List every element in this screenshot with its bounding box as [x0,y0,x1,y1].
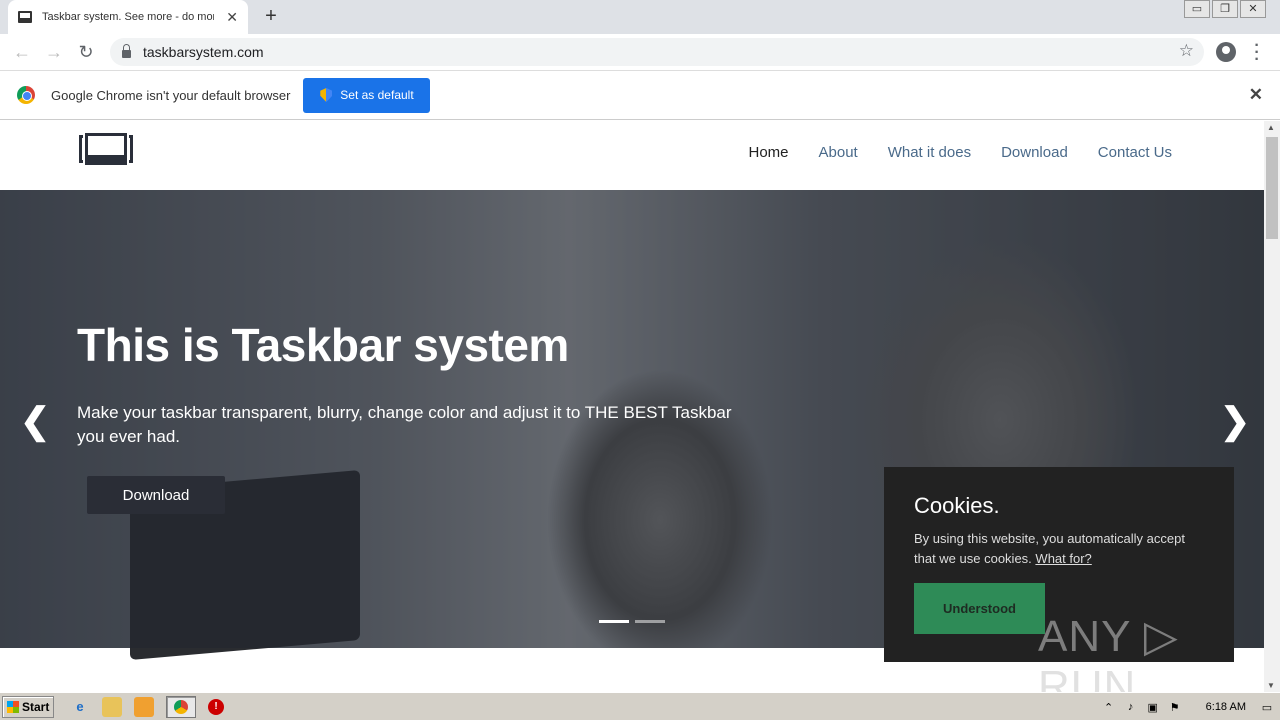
carousel-indicator[interactable] [635,620,665,623]
bookmark-star-icon[interactable]: ☆ [1179,41,1194,61]
cookie-text: By using this website, you automatically… [914,531,1185,566]
browser-tab-strip: Taskbar system. See more - do more ✕ + ▭… [0,0,1280,34]
nav-home[interactable]: Home [748,144,788,161]
menu-dots-icon[interactable]: · · · [1252,38,1262,68]
address-bar[interactable]: taskbarsystem.com ☆ [110,38,1204,66]
nav-download[interactable]: Download [1001,144,1068,161]
page-scrollbar[interactable]: ▲ ▼ [1264,121,1280,692]
scroll-up-icon[interactable]: ▲ [1267,123,1275,132]
back-arrow-icon[interactable]: ← [6,42,38,63]
set-as-default-label: Set as default [340,88,414,102]
shield-icon [320,88,333,102]
browser-toolbar: ← → ↻ taskbarsystem.com ☆ · · · [0,34,1280,71]
restore-button[interactable]: ❐ [1212,0,1238,18]
windows-logo-icon [7,700,19,713]
carousel-indicators [599,620,665,623]
stop-icon[interactable]: ! [208,698,224,715]
cookie-understood-button[interactable]: Understood [914,583,1045,634]
tray-expand-icon[interactable]: ⌃ [1102,701,1116,714]
internet-explorer-icon[interactable]: e [70,697,90,717]
set-as-default-button[interactable]: Set as default [303,77,431,113]
default-browser-infobar: Google Chrome isn't your default browser… [0,71,1280,120]
media-player-icon[interactable] [134,696,154,717]
site-nav: Home About What it does Download Contact… [748,144,1172,161]
windows-taskbar: Start e ! ⌃ ♪ ▣ ⚑ 6:18 AM ▭ [0,692,1280,720]
start-button[interactable]: Start [2,695,54,718]
chrome-logo-icon [17,86,35,104]
start-label: Start [22,699,50,714]
web-page: Home About What it does Download Contact… [0,121,1264,692]
monitor-icon [18,11,32,23]
volume-icon[interactable]: ♪ [1124,701,1138,713]
show-desktop-icon[interactable]: ▭ [1260,701,1274,714]
folder-icon[interactable] [102,696,122,717]
minimize-button[interactable]: ▭ [1184,0,1210,18]
close-tab-icon[interactable]: ✕ [226,9,238,26]
window-controls: ▭ ❐ ✕ [1184,0,1266,18]
forward-arrow-icon[interactable]: → [38,42,70,63]
clock[interactable]: 6:18 AM [1206,701,1246,713]
carousel-indicator[interactable] [599,620,629,623]
hero-title: This is Taskbar system [77,319,569,371]
new-tab-button[interactable]: + [260,5,282,28]
cookie-title: Cookies. [914,493,1000,518]
chrome-taskbar-icon[interactable] [166,695,196,718]
browser-tab[interactable]: Taskbar system. See more - do more ✕ [8,0,248,34]
hero-subtitle: Make your taskbar transparent, blurry, c… [77,403,732,446]
nav-contact-us[interactable]: Contact Us [1098,144,1172,161]
lock-icon [122,44,131,58]
scroll-thumb[interactable] [1266,137,1278,239]
network-icon[interactable]: ▣ [1146,701,1160,714]
infobar-close-icon[interactable]: ✕ [1249,85,1263,105]
flag-icon[interactable]: ⚑ [1168,701,1182,714]
nav-about[interactable]: About [819,144,858,161]
anyrun-watermark: ANY ▷ RUN [1038,612,1179,692]
url-text: taskbarsystem.com [143,44,264,60]
carousel-prev-icon[interactable]: ❮ [20,400,50,442]
site-header: Home About What it does Download Contact… [0,121,1264,190]
profile-avatar-icon[interactable] [1216,42,1236,62]
infobar-message: Google Chrome isn't your default browser [51,87,291,103]
reload-icon[interactable]: ↻ [70,42,102,63]
scroll-down-icon[interactable]: ▼ [1267,681,1275,690]
cookie-what-for-link[interactable]: What for? [1035,551,1091,566]
site-logo-icon[interactable] [79,131,133,167]
carousel-next-icon[interactable]: ❯ [1220,400,1250,442]
system-tray: ⌃ ♪ ▣ ⚑ 6:18 AM ▭ [1102,695,1280,719]
nav-what-it-does[interactable]: What it does [888,144,971,161]
tab-title: Taskbar system. See more - do more [42,11,214,23]
close-window-button[interactable]: ✕ [1240,0,1266,18]
hero-download-button[interactable]: Download [87,476,225,514]
